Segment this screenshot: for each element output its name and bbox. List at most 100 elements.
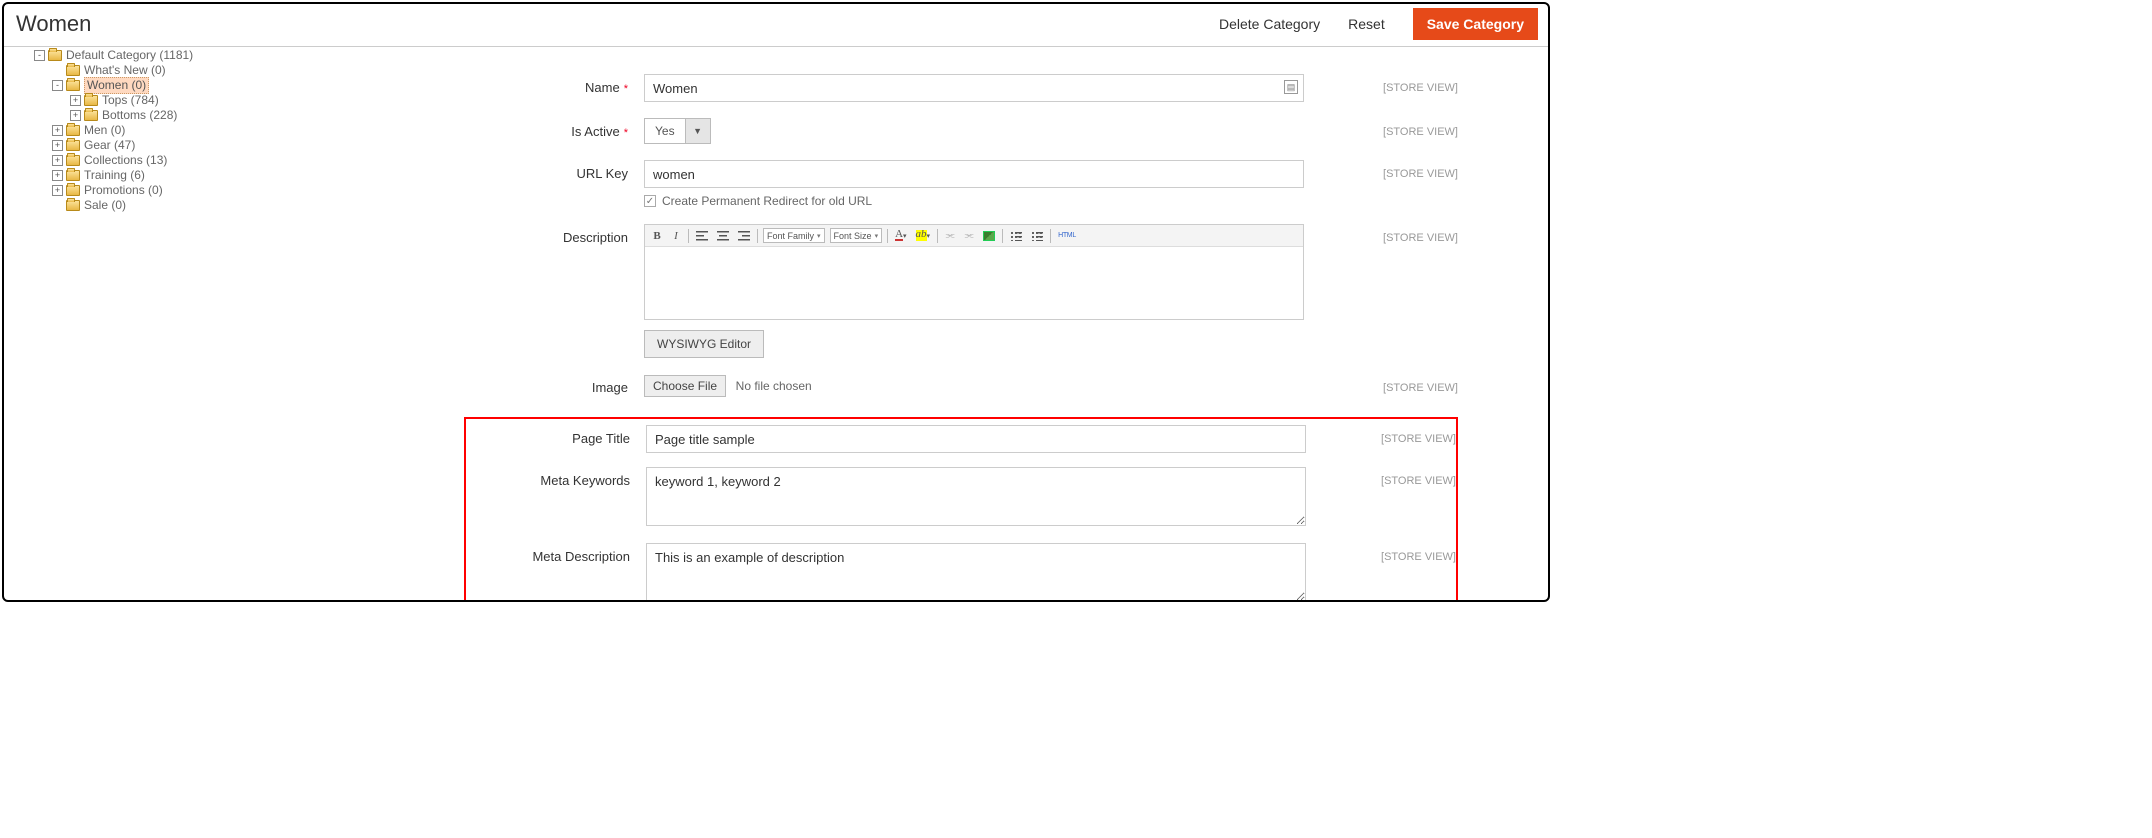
align-center-icon[interactable] xyxy=(715,228,731,243)
collapse-icon[interactable]: - xyxy=(52,80,63,91)
tree-label: Collections (13) xyxy=(84,153,167,168)
tree-label: Gear (47) xyxy=(84,138,135,153)
scope-meta-keywords: [STORE VIEW] xyxy=(1381,467,1456,487)
folder-icon xyxy=(66,65,80,76)
align-right-icon[interactable] xyxy=(736,228,752,243)
link-icon[interactable]: ⫘ xyxy=(943,228,957,243)
tree-item[interactable]: What's New (0) xyxy=(52,63,294,78)
tree-label: Training (6) xyxy=(84,168,145,183)
italic-icon[interactable]: I xyxy=(669,228,683,243)
row-meta-keywords: Meta Keywords [STORE VIEW] xyxy=(466,467,1456,529)
folder-icon xyxy=(66,140,80,151)
label-name: Name* xyxy=(464,74,644,95)
redirect-note: ✓ Create Permanent Redirect for old URL xyxy=(644,194,1371,208)
tree-item[interactable]: + Training (6) xyxy=(52,168,294,183)
folder-icon xyxy=(66,170,80,181)
folder-icon xyxy=(66,80,80,91)
scope-name: [STORE VIEW] xyxy=(1383,74,1458,94)
html-source-icon[interactable]: HTML xyxy=(1056,228,1078,243)
row-page-title: Page Title [STORE VIEW] xyxy=(466,425,1456,453)
tree-label: What's New (0) xyxy=(84,63,166,78)
category-tree: - Default Category (1181)What's New (0) - W… xyxy=(34,48,294,213)
scope-image: [STORE VIEW] xyxy=(1383,374,1458,394)
tree-label: Tops (784) xyxy=(102,93,159,108)
tree-label: Women (0) xyxy=(84,77,149,94)
label-description: Description xyxy=(464,224,644,245)
label-page-title: Page Title xyxy=(466,425,646,446)
chevron-down-icon: ▼ xyxy=(686,119,710,143)
tree-item[interactable]: + Men (0) xyxy=(52,123,294,138)
wysiwyg-body[interactable] xyxy=(645,247,1303,319)
expand-icon[interactable]: + xyxy=(70,95,81,106)
tree-item[interactable]: + Gear (47) xyxy=(52,138,294,153)
reset-button[interactable]: Reset xyxy=(1348,16,1385,32)
expand-icon[interactable]: + xyxy=(70,110,81,121)
tree-label: Sale (0) xyxy=(84,198,126,213)
row-url-key: URL Key ✓ Create Permanent Redirect for … xyxy=(464,160,1458,208)
expand-icon[interactable]: + xyxy=(52,170,63,181)
expand-icon[interactable]: + xyxy=(52,125,63,136)
tree-item[interactable]: + Tops (784) xyxy=(70,93,294,108)
meta-keywords-input[interactable] xyxy=(646,467,1306,526)
label-url-key: URL Key xyxy=(464,160,644,181)
wysiwyg-editor-button[interactable]: WYSIWYG Editor xyxy=(644,330,764,358)
font-family-select[interactable]: Font Family▾ xyxy=(763,228,825,243)
tree-item[interactable]: Sale (0) xyxy=(52,198,294,213)
folder-icon xyxy=(48,50,62,61)
scope-url-key: [STORE VIEW] xyxy=(1383,160,1458,180)
number-list-icon[interactable] xyxy=(1029,228,1045,243)
scope-icon[interactable]: ▤ xyxy=(1284,80,1298,94)
is-active-select[interactable]: Yes ▼ xyxy=(644,118,711,144)
label-meta-keywords: Meta Keywords xyxy=(466,467,646,488)
tree-item[interactable]: - Default Category (1181) xyxy=(34,48,294,63)
unlink-icon[interactable]: ⫘ xyxy=(962,228,976,243)
file-state: No file chosen xyxy=(736,379,812,393)
tree-label: Men (0) xyxy=(84,123,125,138)
wysiwyg-editor[interactable]: B I Font Family▾ Font Size▾ A▾ ab▾ ⫘ xyxy=(644,224,1304,320)
row-description: Description B I Font Family▾ Font Size▾ xyxy=(464,224,1458,358)
bullet-list-icon[interactable] xyxy=(1008,228,1024,243)
bg-color-icon[interactable]: ab▾ xyxy=(914,228,933,243)
image-icon[interactable] xyxy=(981,228,997,243)
text-color-icon[interactable]: A▾ xyxy=(893,228,908,243)
collapse-icon[interactable]: - xyxy=(34,50,45,61)
tree-label: Default Category (1181) xyxy=(66,48,193,63)
tree-label: Promotions (0) xyxy=(84,183,163,198)
page-title-input[interactable] xyxy=(646,425,1306,453)
header-actions: Delete Category Reset Save Category xyxy=(1219,8,1538,40)
tree-item[interactable]: +Bottoms (228) xyxy=(70,108,294,123)
required-icon: * xyxy=(624,83,628,95)
url-key-input[interactable] xyxy=(644,160,1304,188)
tree-toggle-blank xyxy=(52,65,63,76)
save-category-button[interactable]: Save Category xyxy=(1413,8,1538,40)
expand-icon[interactable]: + xyxy=(52,155,63,166)
page-header: Women Delete Category Reset Save Categor… xyxy=(4,4,1548,47)
label-image: Image xyxy=(464,374,644,395)
folder-icon xyxy=(66,200,80,211)
choose-file-button[interactable]: Choose File xyxy=(644,375,726,397)
folder-icon xyxy=(84,95,98,106)
bold-icon[interactable]: B xyxy=(650,228,664,243)
redirect-checkbox[interactable]: ✓ xyxy=(644,195,656,207)
name-input[interactable] xyxy=(644,74,1304,102)
row-is-active: Is Active* Yes ▼ [STORE VIEW] xyxy=(464,118,1458,144)
label-is-active: Is Active* xyxy=(464,118,644,139)
delete-category-button[interactable]: Delete Category xyxy=(1219,16,1320,32)
wysiwyg-toolbar: B I Font Family▾ Font Size▾ A▾ ab▾ ⫘ xyxy=(645,225,1303,247)
row-image: Image Choose File No file chosen [STORE … xyxy=(464,374,1458,395)
tree-item[interactable]: - Women (0) xyxy=(52,78,294,93)
align-left-icon[interactable] xyxy=(694,228,710,243)
page-title: Women xyxy=(16,11,91,37)
scope-is-active: [STORE VIEW] xyxy=(1383,118,1458,138)
row-meta-description: Meta Description [STORE VIEW] xyxy=(466,543,1456,602)
scope-page-title: [STORE VIEW] xyxy=(1381,425,1456,445)
tree-item[interactable]: + Promotions (0) xyxy=(52,183,294,198)
category-form: Name* ▤ [STORE VIEW] Is Active* Yes ▼ xyxy=(464,74,1458,602)
expand-icon[interactable]: + xyxy=(52,185,63,196)
expand-icon[interactable]: + xyxy=(52,140,63,151)
app-frame: Women Delete Category Reset Save Categor… xyxy=(2,2,1550,602)
meta-description-input[interactable] xyxy=(646,543,1306,602)
tree-item[interactable]: + Collections (13) xyxy=(52,153,294,168)
seo-highlight-box: Page Title [STORE VIEW] Meta Keywords [S… xyxy=(464,417,1458,602)
font-size-select[interactable]: Font Size▾ xyxy=(830,228,883,243)
